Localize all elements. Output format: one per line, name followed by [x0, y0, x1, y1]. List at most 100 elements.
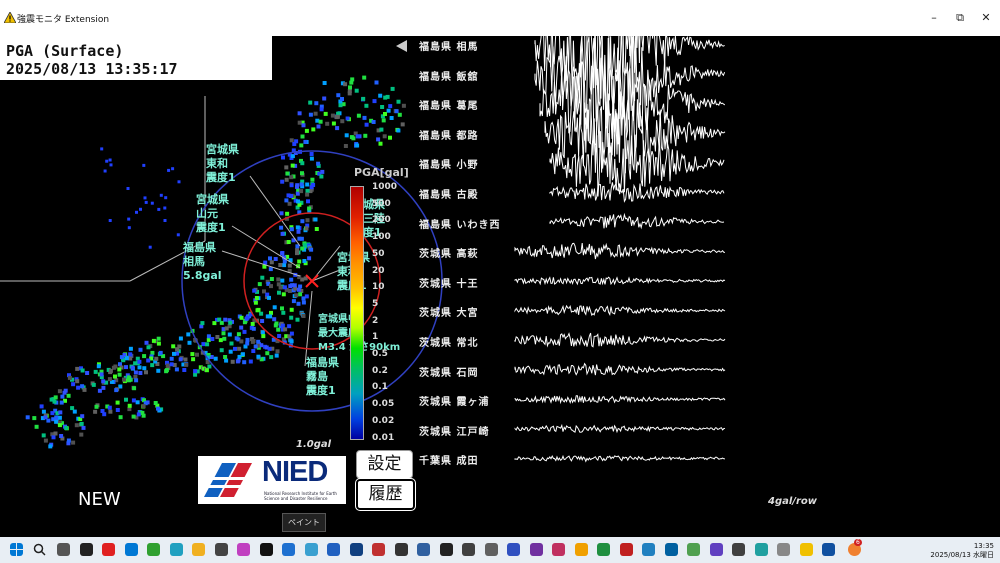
station-dot	[297, 120, 302, 125]
taskbar-app-icon[interactable]	[192, 543, 205, 556]
taskbar-app-icon[interactable]	[79, 543, 93, 556]
station-dot	[304, 226, 309, 231]
station-dot	[299, 236, 304, 241]
station-dot	[153, 401, 158, 405]
station-dot	[205, 342, 210, 347]
taskbar-app-icon[interactable]	[372, 543, 385, 556]
station-dot	[108, 409, 113, 414]
station-dot	[381, 118, 386, 123]
station-dot	[101, 379, 106, 384]
station-dot	[379, 127, 384, 132]
station-dot	[131, 414, 136, 419]
taskbar-app-icon[interactable]	[754, 543, 768, 556]
taskbar-app-icon[interactable]	[237, 543, 250, 556]
taskbar-app-icon[interactable]	[777, 543, 790, 556]
station-dot	[150, 350, 155, 355]
station-dot	[195, 352, 199, 357]
station-dot	[285, 171, 290, 176]
station-dot	[280, 306, 284, 311]
taskbar-app-icon[interactable]	[282, 543, 295, 556]
taskbar-app-icon[interactable]	[102, 543, 115, 556]
station-dot	[292, 283, 297, 288]
station-dot	[135, 400, 140, 405]
taskbar-app-icon[interactable]	[642, 543, 655, 556]
station-dot	[289, 339, 294, 344]
station-dot	[108, 219, 112, 222]
taskbar-app-icon[interactable]	[147, 543, 160, 556]
close-button[interactable]: ✕	[978, 10, 994, 26]
taskbar-app-icon[interactable]	[417, 543, 430, 556]
taskbar-app-icon[interactable]	[327, 543, 340, 556]
station-dot	[267, 295, 271, 300]
station-dot	[235, 359, 240, 364]
minimize-button[interactable]: –	[926, 10, 942, 26]
station-dot	[215, 335, 220, 339]
station-dot	[388, 135, 392, 140]
taskbar-app-icon[interactable]	[214, 543, 228, 556]
taskbar-app-icon[interactable]	[709, 543, 723, 556]
station-dot	[390, 86, 395, 91]
taskbar-app-icon[interactable]	[529, 543, 543, 556]
station-dot	[363, 133, 368, 138]
station-dot	[58, 410, 63, 415]
station-dot	[163, 219, 167, 222]
station-dot	[127, 403, 132, 408]
station-dot	[174, 367, 179, 372]
scale-tick: 50	[372, 248, 385, 259]
taskbar-app-icon[interactable]	[484, 543, 498, 556]
taskbar-app-icon[interactable]	[574, 543, 588, 556]
station-dot	[113, 374, 117, 379]
station-dot	[118, 415, 123, 420]
taskbar-app-icon[interactable]	[439, 543, 453, 556]
taskbar-app-icon[interactable]	[687, 543, 700, 556]
taskbar-app-icon[interactable]	[124, 543, 138, 556]
taskbar-app-icon[interactable]	[732, 543, 745, 556]
search-icon[interactable]	[33, 543, 46, 556]
station-dot	[304, 128, 309, 133]
station-dot	[335, 126, 340, 131]
taskbar-app-icon[interactable]	[619, 543, 633, 556]
taskbar-app-icon[interactable]	[304, 543, 318, 556]
station-dot	[308, 112, 313, 117]
station-dot	[150, 363, 155, 368]
start-icon[interactable]	[10, 543, 23, 556]
station-dot	[171, 167, 175, 171]
collapse-arrow-icon[interactable]	[396, 40, 407, 52]
taskbar-app-icon[interactable]	[822, 543, 835, 556]
station-dot	[109, 163, 113, 167]
taskbar-app-icon[interactable]	[597, 543, 610, 556]
station-dot	[107, 405, 112, 410]
station-dot	[282, 263, 287, 268]
station-dot	[117, 367, 122, 372]
taskbar-app-icon[interactable]	[394, 543, 408, 556]
station-dot	[276, 327, 281, 332]
station-dot	[70, 406, 75, 411]
taskbar-app-icon[interactable]	[462, 543, 475, 556]
settings-button[interactable]: 設定	[356, 450, 413, 479]
station-dot	[275, 349, 280, 354]
taskbar-app-icon[interactable]	[349, 543, 363, 556]
station-dot	[401, 103, 406, 108]
history-button[interactable]: 履歴	[356, 479, 415, 510]
station-label: 福島県 相馬	[419, 42, 479, 53]
taskbar-app-icon[interactable]	[507, 543, 520, 556]
station-dot	[276, 277, 281, 282]
taskbar-app-icon[interactable]	[552, 543, 565, 556]
maximize-button[interactable]: ⧉	[952, 10, 968, 26]
station-dot	[378, 141, 383, 146]
clock[interactable]: 13:35 2025/08/13 水曜日	[930, 542, 994, 560]
taskbar-app-icon[interactable]	[57, 543, 70, 556]
taskbar-app-icon[interactable]	[799, 543, 813, 556]
station-dot	[260, 275, 265, 280]
station-dot	[187, 340, 192, 345]
taskbar-app-icon[interactable]	[259, 543, 273, 556]
station-dot	[193, 372, 198, 377]
station-dot	[94, 404, 99, 409]
taskbar-app-icon[interactable]	[664, 543, 678, 556]
station-dot	[274, 353, 279, 358]
station-dot	[289, 227, 294, 232]
station-dot	[32, 416, 37, 421]
station-dot	[269, 355, 274, 360]
taskbar-app-icon[interactable]	[169, 543, 183, 556]
station-dot	[245, 337, 250, 342]
